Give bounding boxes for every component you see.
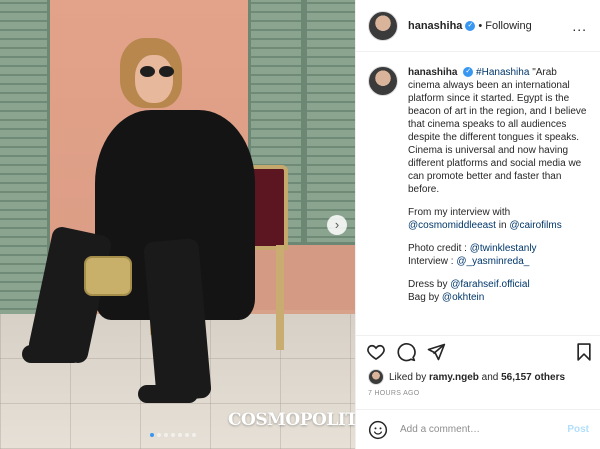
bookmark-icon[interactable] (574, 342, 594, 362)
likes-summary: Liked by ramy.ngeb and 56,157 others (368, 369, 565, 385)
carousel-dot (150, 433, 154, 437)
carousel-dot (157, 433, 161, 437)
avatar[interactable] (368, 10, 398, 41)
mention-link[interactable]: @twinklestanly (470, 243, 537, 254)
caption-quote: "Arab cinema always been an internationa… (408, 67, 587, 195)
post-comment-button[interactable]: Post (567, 424, 589, 435)
carousel-dot (178, 433, 182, 437)
handbag (84, 256, 132, 296)
carousel-dot (192, 433, 196, 437)
sunglasses (140, 66, 176, 77)
bag-label: Bag by (408, 292, 440, 303)
following-button[interactable]: Following (485, 20, 531, 32)
carousel-dot (185, 433, 189, 437)
heart-icon[interactable] (366, 342, 386, 362)
post-header: hanashiha ✓ • Following ... (356, 0, 600, 52)
share-icon[interactable] (426, 342, 446, 362)
likes-count[interactable]: 56,157 others (501, 372, 565, 383)
header-username[interactable]: hanashiha (408, 20, 462, 32)
caption-text: hanashiha ✓ #Hanashiha "Arab cinema alwa… (408, 66, 591, 335)
header-separator: • (478, 19, 483, 32)
more-options-icon[interactable]: ... (572, 18, 587, 34)
mention-link[interactable]: @_yasminreda_ (456, 256, 529, 267)
chair-leg (276, 245, 284, 350)
chevron-right-icon[interactable]: › (327, 215, 347, 235)
action-bar (356, 335, 600, 365)
mention-link[interactable]: @cosmomiddleeast (408, 220, 496, 231)
mention-link[interactable]: @farahseif.official (450, 279, 529, 290)
mention-link[interactable]: @cairofilms (509, 220, 561, 231)
verified-badge-icon: ✓ (463, 67, 474, 78)
photo-credit-label: Photo credit : (408, 243, 467, 254)
person-face (135, 55, 173, 103)
verified-badge-icon: ✓ (465, 20, 476, 31)
caption-hashtag[interactable]: #Hanashiha (476, 67, 529, 78)
image-watermark: COSMOPOLITAN (228, 410, 355, 430)
carousel-indicator (150, 433, 196, 437)
window-shutter-left (0, 0, 50, 320)
liker-username[interactable]: ramy.ngeb (429, 372, 479, 383)
interview-label: Interview : (408, 256, 454, 267)
comment-input[interactable] (400, 424, 550, 435)
caption-avatar[interactable] (368, 66, 398, 96)
interview-in: in (498, 220, 507, 231)
likes-prefix: Liked by (389, 371, 427, 383)
person-boot (138, 385, 198, 403)
post-timestamp[interactable]: 7 HOURS AGO (368, 390, 420, 397)
person-boot (22, 345, 82, 363)
post-image[interactable]: › COSMOPOLITAN (0, 0, 355, 449)
mention-link[interactable]: @okhtein (442, 292, 484, 303)
comment-bar: Post (356, 409, 600, 449)
liker-avatar[interactable] (368, 369, 384, 385)
comment-icon[interactable] (396, 342, 416, 362)
emoji-icon[interactable] (368, 420, 388, 440)
carousel-dot (164, 433, 168, 437)
post-sidebar: hanashiha ✓ • Following ... hanashiha ✓ … (355, 0, 600, 449)
interview-prefix: From my interview with (408, 207, 511, 218)
window-shutter-right-2 (304, 0, 355, 245)
dress-label: Dress by (408, 279, 448, 290)
likes-connector: and (481, 371, 499, 383)
carousel-dot (171, 433, 175, 437)
caption-username[interactable]: hanashiha (408, 67, 457, 78)
caption: hanashiha ✓ #Hanashiha "Arab cinema alwa… (356, 52, 600, 335)
